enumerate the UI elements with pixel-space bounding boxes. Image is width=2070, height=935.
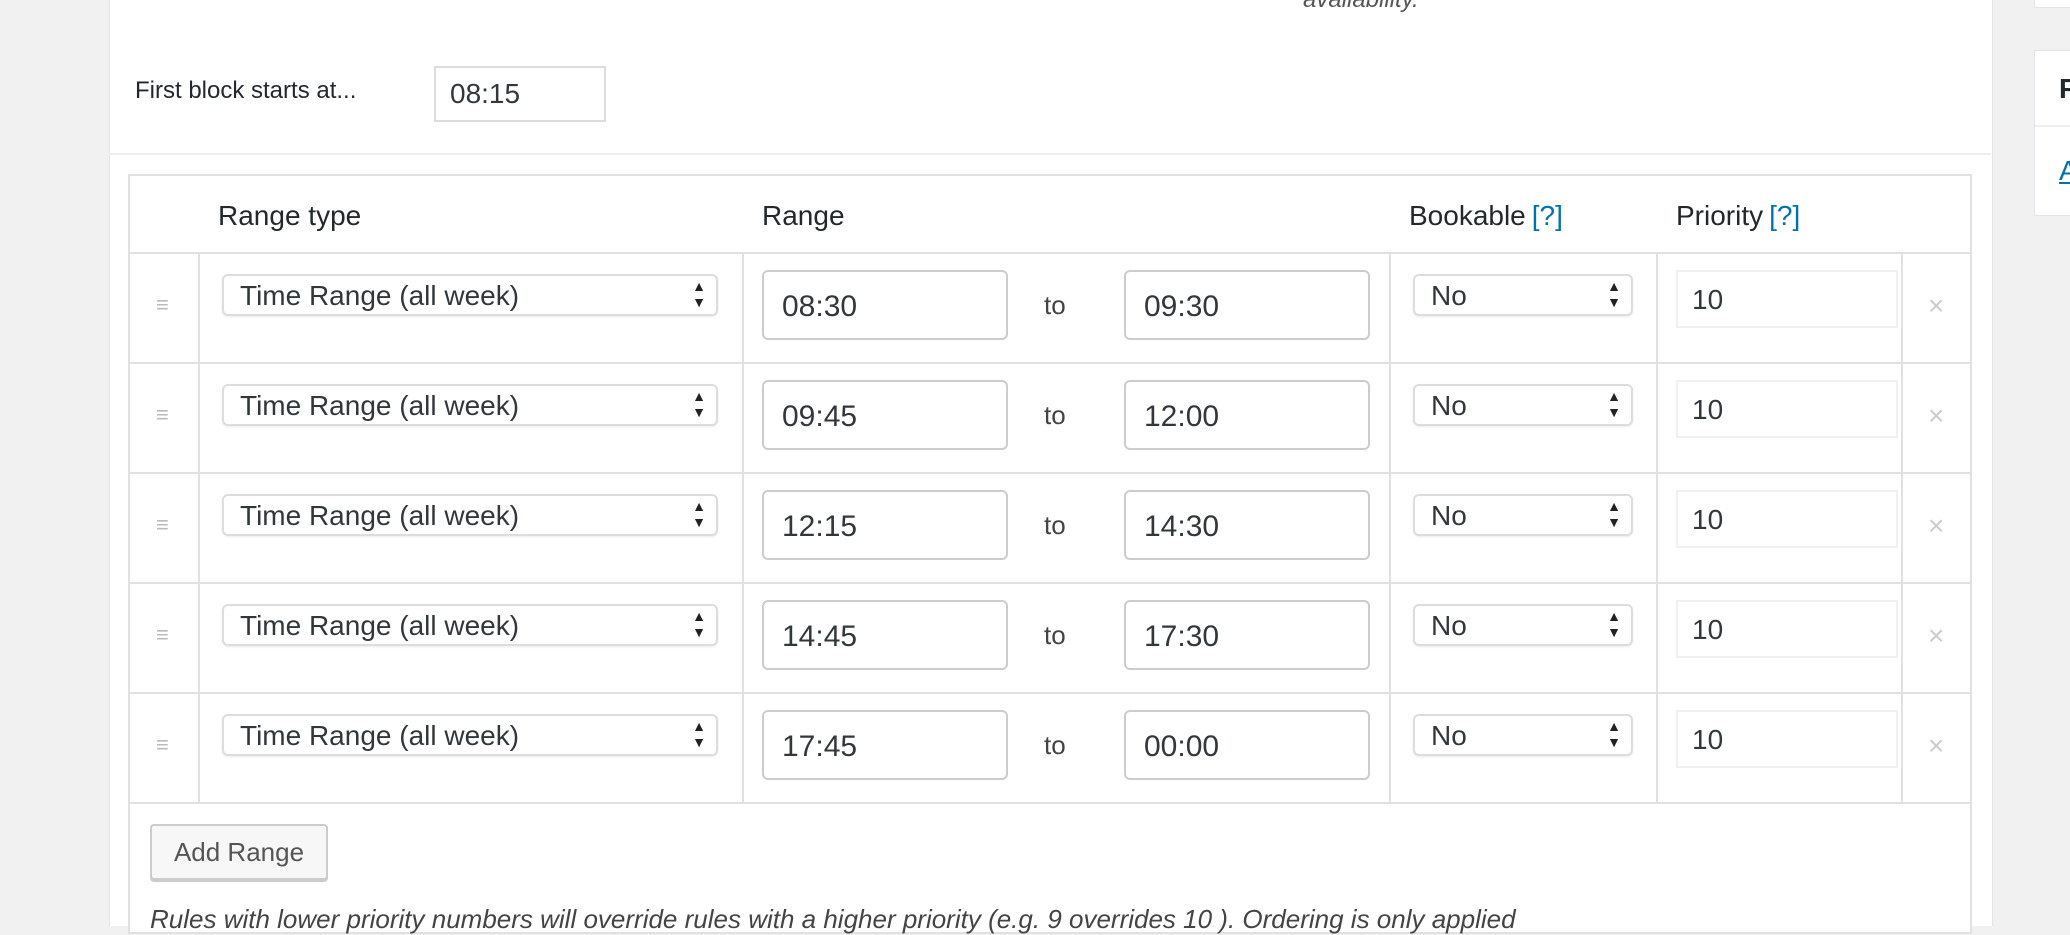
range-type-select[interactable]: Time Range (all week) ▲ ▼: [222, 494, 718, 536]
select-arrows-icon: ▲ ▼: [692, 388, 706, 420]
range-type-select[interactable]: Time Range (all week) ▲ ▼: [222, 714, 718, 756]
col-divider: [1656, 362, 1658, 472]
select-arrows-icon: ▲ ▼: [1607, 388, 1621, 420]
drag-handle-icon[interactable]: ≡: [156, 624, 174, 646]
drag-handle-icon[interactable]: ≡: [156, 294, 174, 316]
drag-handle-icon[interactable]: ≡: [156, 734, 174, 756]
range-to-label: to: [1044, 730, 1066, 760]
header-bookable: Bookable [?]: [1409, 200, 1563, 231]
remove-row-icon[interactable]: ×: [1928, 290, 1944, 322]
drag-handle-icon[interactable]: ≡: [156, 404, 174, 426]
availability-note: availability.: [1303, 0, 1419, 14]
range-from-input[interactable]: 17:45: [762, 710, 1008, 780]
remove-row-icon[interactable]: ×: [1928, 620, 1944, 652]
priority-input[interactable]: 10: [1676, 490, 1898, 548]
range-to-input[interactable]: 09:30: [1124, 270, 1370, 340]
col-divider: [1389, 362, 1391, 472]
range-from-input[interactable]: 14:45: [762, 600, 1008, 670]
select-arrows-icon: ▲ ▼: [1607, 498, 1621, 530]
priority-input[interactable]: 10: [1676, 600, 1898, 658]
range-to-label: to: [1044, 510, 1066, 540]
table-row: ≡ Time Range (all week) ▲ ▼ 09:45 to 12:0…: [130, 362, 1970, 474]
range-from-input[interactable]: 09:45: [762, 380, 1008, 450]
table-row: ≡ Time Range (all week) ▲ ▼ 08:30 to 09:3…: [130, 252, 1970, 364]
range-type-select[interactable]: Time Range (all week) ▲ ▼: [222, 274, 718, 316]
priority-input[interactable]: 10: [1676, 270, 1898, 328]
col-divider: [198, 692, 200, 802]
drag-handle-icon[interactable]: ≡: [156, 514, 174, 536]
col-divider: [742, 692, 744, 802]
col-divider: [1901, 362, 1903, 472]
first-block-label: First block starts at...: [135, 77, 357, 104]
range-from-input[interactable]: 12:15: [762, 490, 1008, 560]
bookable-select[interactable]: No ▲ ▼: [1413, 494, 1633, 536]
table-row: ≡ Time Range (all week) ▲ ▼ 17:45 to 00:0…: [130, 692, 1970, 804]
priority-help-link[interactable]: [?]: [1769, 200, 1800, 231]
table-row: ≡ Time Range (all week) ▲ ▼ 14:45 to 17:3…: [130, 582, 1970, 694]
col-divider: [1389, 582, 1391, 692]
col-divider: [1389, 472, 1391, 582]
select-arrows-icon: ▲ ▼: [692, 608, 706, 640]
col-divider: [1901, 472, 1903, 582]
side-card-top: [2034, 0, 2070, 8]
range-from-input[interactable]: 08:30: [762, 270, 1008, 340]
range-to-label: to: [1044, 620, 1066, 650]
bookable-help-link[interactable]: [?]: [1532, 200, 1563, 231]
range-type-select[interactable]: Time Range (all week) ▲ ▼: [222, 384, 718, 426]
range-to-input[interactable]: 12:00: [1124, 380, 1370, 450]
select-arrows-icon: ▲ ▼: [692, 718, 706, 750]
bookable-select[interactable]: No ▲ ▼: [1413, 384, 1633, 426]
col-divider: [742, 252, 744, 362]
header-priority: Priority [?]: [1676, 200, 1801, 231]
col-divider: [742, 582, 744, 692]
col-divider: [198, 582, 200, 692]
select-arrows-icon: ▲ ▼: [1607, 278, 1621, 310]
remove-row-icon[interactable]: ×: [1928, 730, 1944, 762]
header-range-type: Range type: [218, 200, 362, 231]
select-arrows-icon: ▲ ▼: [692, 278, 706, 310]
col-divider: [1389, 692, 1391, 802]
availability-table: Range type Range Bookable [?] Priority [?]…: [128, 174, 1972, 934]
bookable-select[interactable]: No ▲ ▼: [1413, 274, 1633, 316]
col-divider: [198, 362, 200, 472]
col-divider: [742, 362, 744, 472]
col-divider: [742, 472, 744, 582]
col-divider: [198, 472, 200, 582]
remove-row-icon[interactable]: ×: [1928, 510, 1944, 542]
first-block-input[interactable]: [434, 66, 606, 122]
divider: [109, 153, 1991, 155]
bookable-select[interactable]: No ▲ ▼: [1413, 714, 1633, 756]
remove-row-icon[interactable]: ×: [1928, 400, 1944, 432]
col-divider: [1389, 252, 1391, 362]
priority-input[interactable]: 10: [1676, 380, 1898, 438]
col-divider: [1901, 582, 1903, 692]
col-divider: [198, 252, 200, 362]
table-row: ≡ Time Range (all week) ▲ ▼ 12:15 to 14:3…: [130, 472, 1970, 584]
select-arrows-icon: ▲ ▼: [1607, 608, 1621, 640]
side-card: P A: [2034, 50, 2070, 216]
add-range-button[interactable]: Add Range: [150, 824, 328, 880]
col-divider: [1656, 252, 1658, 362]
header-range: Range: [762, 200, 845, 231]
side-card-divider: [2035, 125, 2070, 127]
col-divider: [1656, 692, 1658, 802]
priority-input[interactable]: 10: [1676, 710, 1898, 768]
col-divider: [1656, 472, 1658, 582]
col-divider: [1656, 582, 1658, 692]
side-card-link[interactable]: A: [2059, 155, 2070, 187]
select-arrows-icon: ▲ ▼: [1607, 718, 1621, 750]
range-to-input[interactable]: 00:00: [1124, 710, 1370, 780]
range-to-input[interactable]: 14:30: [1124, 490, 1370, 560]
table-header: Range type Range Bookable [?] Priority [?]: [130, 176, 1970, 254]
select-arrows-icon: ▲ ▼: [692, 498, 706, 530]
side-card-title: P: [2059, 73, 2070, 104]
bookable-select[interactable]: No ▲ ▼: [1413, 604, 1633, 646]
rules-note: Rules with lower priority numbers will o…: [150, 904, 1516, 934]
range-to-label: to: [1044, 400, 1066, 430]
range-type-select[interactable]: Time Range (all week) ▲ ▼: [222, 604, 718, 646]
range-to-input[interactable]: 17:30: [1124, 600, 1370, 670]
range-to-label: to: [1044, 290, 1066, 320]
col-divider: [1901, 252, 1903, 362]
col-divider: [1901, 692, 1903, 802]
